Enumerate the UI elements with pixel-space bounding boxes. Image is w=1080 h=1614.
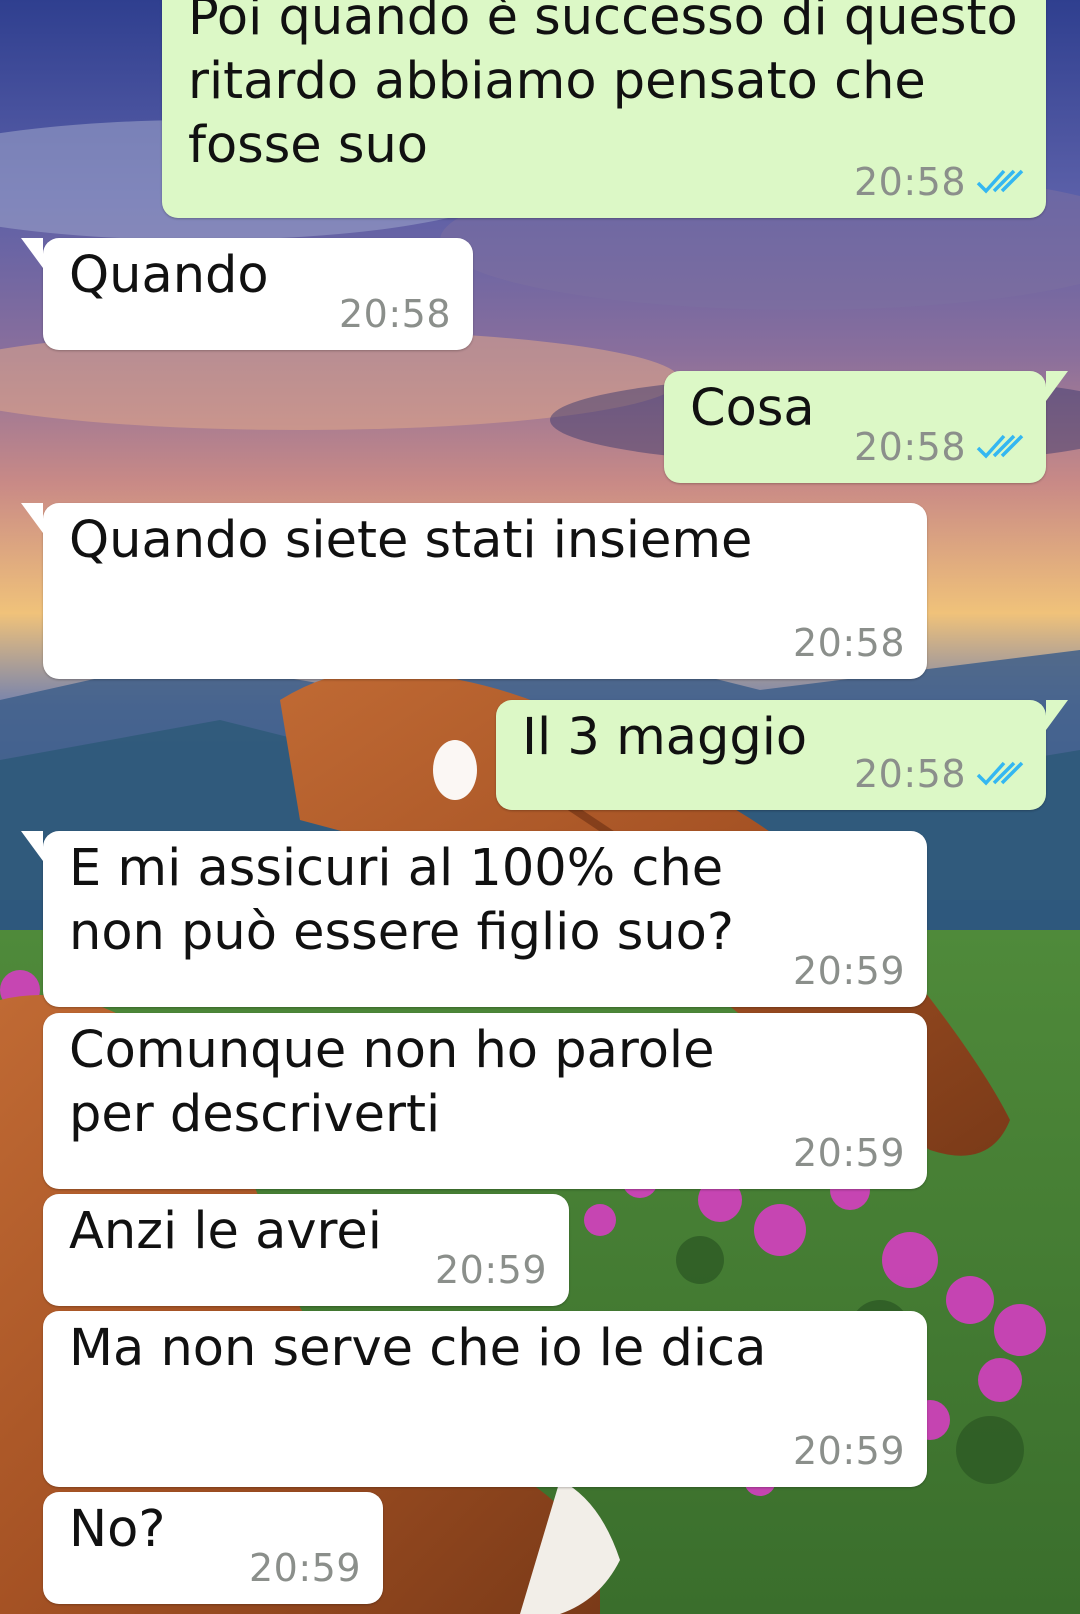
- incoming-message[interactable]: No? 20:59: [43, 1492, 383, 1604]
- incoming-message[interactable]: Ma non serve che io le dica 20:59: [43, 1311, 927, 1487]
- message-text: E mi assicuri al 100% che non può essere…: [69, 839, 740, 962]
- message-meta: 20:59: [249, 1546, 361, 1590]
- bubble-tail: [21, 238, 43, 268]
- message-meta: 20:59: [793, 1131, 905, 1175]
- double-check-icon: [976, 169, 1024, 194]
- message-time: 20:59: [792, 1131, 905, 1175]
- message-meta: 20:59: [793, 1429, 905, 1473]
- outgoing-message[interactable]: Il 3 maggio 20:58: [496, 700, 1068, 810]
- message-meta: 20:58: [793, 621, 905, 665]
- message-meta: 20:58: [854, 752, 1024, 796]
- message-time: 20:58: [853, 160, 966, 204]
- message-time: 20:59: [792, 949, 905, 993]
- message-time: 20:58: [338, 292, 451, 336]
- message-text: Comunque non ho parole per descriverti: [69, 1021, 731, 1144]
- bubble-tail: [21, 503, 43, 533]
- message-time: 20:59: [434, 1248, 547, 1292]
- message-text: Ma non serve che io le dica: [69, 1319, 767, 1378]
- incoming-message[interactable]: E mi assicuri al 100% che non può essere…: [21, 831, 927, 1007]
- message-time: 20:59: [248, 1546, 361, 1590]
- message-meta: 20:58: [339, 292, 451, 336]
- message-meta: 20:58: [854, 160, 1024, 204]
- message-text: Quando siete stati insieme: [69, 511, 753, 570]
- message-meta: 20:58: [854, 425, 1024, 469]
- double-check-icon: [976, 434, 1024, 459]
- bubble-tail: [1046, 371, 1068, 401]
- message-meta: 20:59: [793, 949, 905, 993]
- message-text: Poi quando è successo di questo ritardo …: [188, 0, 1034, 175]
- outgoing-message[interactable]: Cosa 20:58: [664, 371, 1068, 483]
- message-time: 20:58: [792, 621, 905, 665]
- double-check-icon: [976, 761, 1024, 786]
- incoming-message[interactable]: Quando 20:58: [21, 238, 473, 350]
- message-meta: 20:59: [435, 1248, 547, 1292]
- message-list[interactable]: Poi quando è successo di questo ritardo …: [0, 0, 1080, 1614]
- message-time: 20:58: [853, 752, 966, 796]
- message-time: 20:59: [792, 1429, 905, 1473]
- bubble-tail: [1046, 700, 1068, 730]
- outgoing-message[interactable]: Poi quando è successo di questo ritardo …: [162, 0, 1046, 218]
- incoming-message[interactable]: Quando siete stati insieme 20:58: [21, 503, 927, 679]
- incoming-message[interactable]: Anzi le avrei 20:59: [43, 1194, 569, 1306]
- incoming-message[interactable]: Comunque non ho parole per descriverti 2…: [43, 1013, 927, 1189]
- bubble-tail: [21, 831, 43, 861]
- message-time: 20:58: [853, 425, 966, 469]
